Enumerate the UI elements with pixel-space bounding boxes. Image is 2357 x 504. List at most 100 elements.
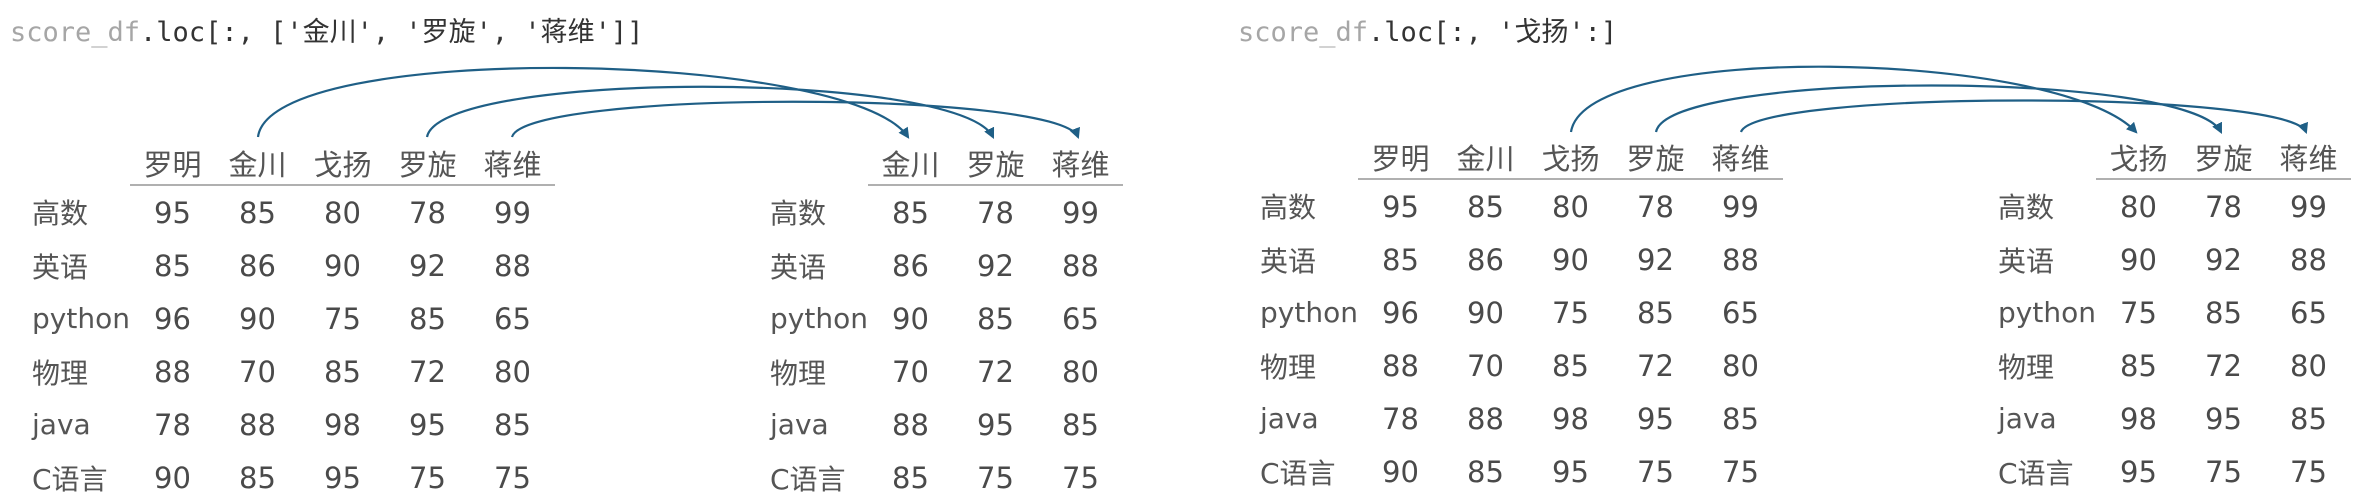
table-cell: 85 bbox=[409, 301, 446, 336]
column-header: 罗旋 bbox=[385, 136, 470, 186]
table-cell: 90 bbox=[2120, 242, 2157, 277]
table-cell: 78 bbox=[1637, 189, 1674, 224]
table-cell: 85 bbox=[892, 195, 929, 230]
table-cell: 75 bbox=[2120, 295, 2157, 330]
table-cell: 95 bbox=[324, 460, 361, 495]
row-label: python bbox=[770, 302, 868, 335]
left-code-call: .loc[:, ['金川', '罗旋', '蒋维']] bbox=[140, 17, 644, 48]
table-header-row: 戈扬 罗旋 蒋维 bbox=[1978, 130, 2351, 180]
table-cell: 95 bbox=[977, 407, 1014, 442]
table-cell: 86 bbox=[239, 248, 276, 283]
table-cell: 95 bbox=[154, 195, 191, 230]
arrow-right-geyang bbox=[1569, 65, 2138, 134]
row-label: 高数 bbox=[1998, 191, 2055, 224]
row-label: 物理 bbox=[1260, 350, 1317, 384]
row-label: python bbox=[1260, 296, 1358, 329]
row-label: 高数 bbox=[32, 197, 89, 230]
table-cell: 85 bbox=[1467, 454, 1504, 489]
table-cell: 88 bbox=[494, 248, 531, 283]
table-cell: 70 bbox=[892, 354, 929, 389]
table-header-row: 罗明 金川 戈扬 罗旋 蒋维 bbox=[1240, 130, 1783, 180]
table-row: java 88 95 85 bbox=[750, 398, 1123, 451]
row-label: java bbox=[1998, 402, 2057, 435]
column-header: 金川 bbox=[868, 136, 953, 186]
left-result-table: 金川 罗旋 蒋维 高数 85 78 99 英语 86 92 88 python … bbox=[750, 136, 1123, 504]
column-header: 金川 bbox=[1443, 130, 1528, 180]
table-cell: 75 bbox=[1062, 460, 1099, 495]
row-label: C语言 bbox=[1998, 456, 2074, 490]
table-row: C语言 95 75 75 bbox=[1978, 445, 2351, 498]
row-label: 高数 bbox=[770, 197, 827, 230]
table-cell: 75 bbox=[1722, 454, 1759, 489]
left-source-table: 罗明 金川 戈扬 罗旋 蒋维 高数 95 85 80 78 99 英语 85 8… bbox=[12, 136, 555, 504]
table-cell: 85 bbox=[1467, 189, 1504, 224]
column-header: 罗旋 bbox=[953, 136, 1038, 186]
column-header: 蒋维 bbox=[1038, 136, 1123, 186]
table-cell: 96 bbox=[154, 301, 191, 336]
table-row: 高数 95 85 80 78 99 bbox=[12, 185, 555, 239]
table-cell: 78 bbox=[2205, 189, 2242, 224]
table-cell: 99 bbox=[1062, 195, 1099, 230]
row-label: 英语 bbox=[770, 250, 827, 284]
table-row: 物理 70 72 80 bbox=[750, 345, 1123, 398]
row-label: C语言 bbox=[1260, 456, 1336, 490]
row-label: 英语 bbox=[1998, 244, 2055, 278]
header-corner bbox=[12, 136, 130, 185]
table-cell: 88 bbox=[239, 407, 276, 442]
table-cell: 80 bbox=[1552, 189, 1589, 224]
table-cell: 75 bbox=[1637, 454, 1674, 489]
table-cell: 65 bbox=[1062, 301, 1099, 336]
table-row: C语言 90 85 95 75 75 bbox=[1240, 445, 1783, 498]
right-code-expression: score_df.loc[:, '戈扬':] bbox=[1238, 10, 1617, 49]
column-header: 戈扬 bbox=[2096, 130, 2181, 180]
table-cell: 80 bbox=[324, 195, 361, 230]
table-cell: 72 bbox=[409, 354, 446, 389]
table-cell: 85 bbox=[2290, 401, 2327, 436]
row-label: 物理 bbox=[1998, 350, 2055, 384]
table-cell: 70 bbox=[1467, 348, 1504, 383]
table-cell: 72 bbox=[977, 354, 1014, 389]
table-cell: 88 bbox=[892, 407, 929, 442]
table-cell: 90 bbox=[154, 460, 191, 495]
table-row: 高数 85 78 99 bbox=[750, 185, 1123, 239]
table-row: python 96 90 75 85 65 bbox=[1240, 286, 1783, 339]
table-row: java 78 88 98 95 85 bbox=[12, 398, 555, 451]
column-header: 蒋维 bbox=[470, 136, 555, 186]
row-label: 英语 bbox=[32, 250, 89, 284]
column-header: 蒋维 bbox=[1698, 130, 1783, 180]
table-cell: 78 bbox=[977, 195, 1014, 230]
table-cell: 95 bbox=[2120, 454, 2157, 489]
table-cell: 65 bbox=[494, 301, 531, 336]
table-cell: 75 bbox=[324, 301, 361, 336]
column-header: 罗明 bbox=[1358, 130, 1443, 180]
table-cell: 72 bbox=[1637, 348, 1674, 383]
arrow-left-jinchuan bbox=[256, 66, 910, 139]
arrow-left-jiangwei bbox=[510, 100, 1080, 140]
table-cell: 99 bbox=[2290, 189, 2327, 224]
column-header: 罗旋 bbox=[2181, 130, 2266, 180]
row-label: C语言 bbox=[32, 462, 108, 496]
table-cell: 86 bbox=[1467, 242, 1504, 277]
table-cell: 80 bbox=[2290, 348, 2327, 383]
table-cell: 98 bbox=[1552, 401, 1589, 436]
row-label: 物理 bbox=[770, 356, 827, 390]
table-cell: 78 bbox=[154, 407, 191, 442]
row-label: 高数 bbox=[1260, 191, 1317, 224]
table-cell: 85 bbox=[1382, 242, 1419, 277]
table-cell: 85 bbox=[977, 301, 1014, 336]
table-cell: 88 bbox=[2290, 242, 2327, 277]
table-cell: 85 bbox=[239, 460, 276, 495]
right-source-table: 罗明 金川 戈扬 罗旋 蒋维 高数 95 85 80 78 99 英语 85 8… bbox=[1240, 130, 1783, 498]
table-cell: 80 bbox=[2120, 189, 2157, 224]
row-label: python bbox=[1998, 296, 2096, 329]
table-row: 英语 90 92 88 bbox=[1978, 233, 2351, 286]
table-cell: 80 bbox=[1062, 354, 1099, 389]
table-header-row: 金川 罗旋 蒋维 bbox=[750, 136, 1123, 186]
arrow-left-luoxuan bbox=[425, 85, 994, 139]
table-cell: 75 bbox=[1552, 295, 1589, 330]
arrow-right-luoxuan bbox=[1654, 84, 2222, 134]
table-cell: 80 bbox=[494, 354, 531, 389]
table-row: java 78 88 98 95 85 bbox=[1240, 392, 1783, 445]
table-cell: 98 bbox=[2120, 401, 2157, 436]
column-header: 罗明 bbox=[130, 136, 215, 186]
